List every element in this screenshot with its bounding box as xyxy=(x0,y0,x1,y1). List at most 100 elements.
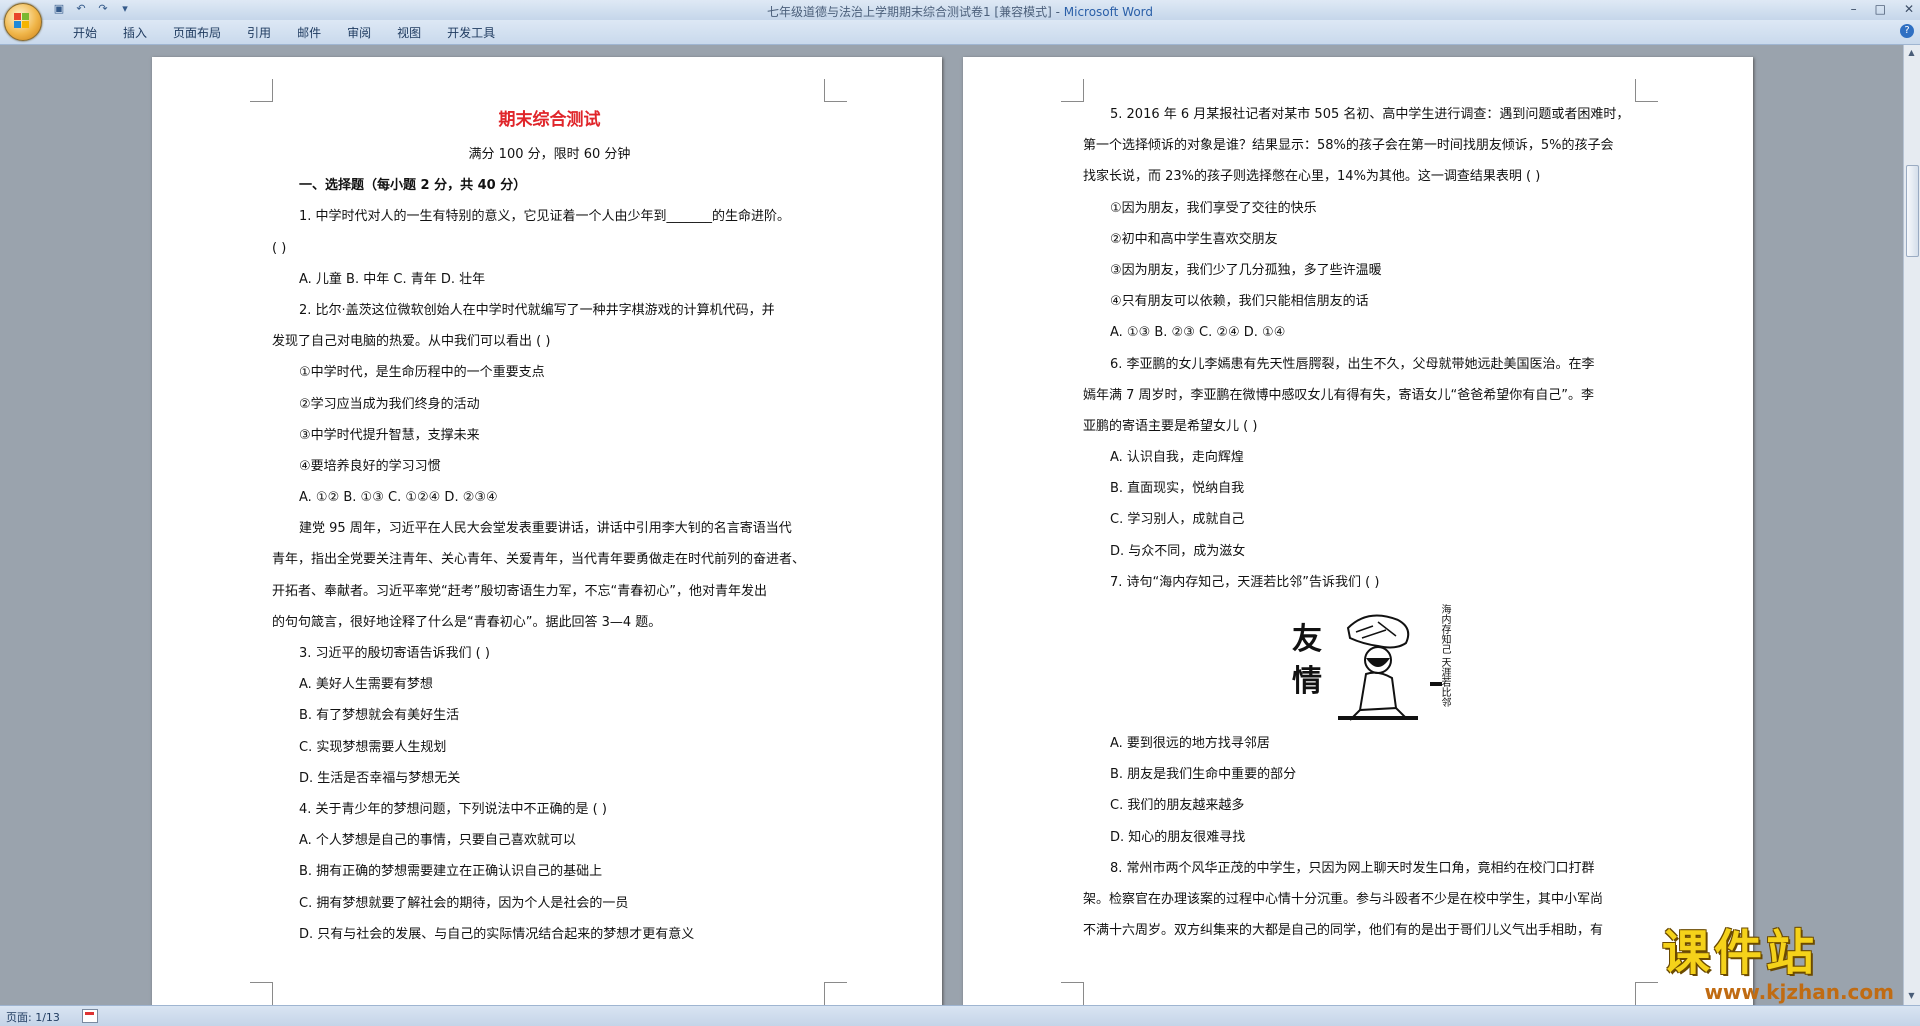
doc-line: C. 我们的朋友越来越多 xyxy=(1110,798,1245,814)
page-1-content[interactable]: 期末综合测试 满分 100 分，限时 60 分钟 一、选择题（每小题 2 分，共… xyxy=(272,101,827,950)
doc-title: 期末综合测试 xyxy=(498,110,601,130)
doc-line: ( ) xyxy=(272,240,287,256)
doc-line: 找家长说，而 23%的孩子则选择憋在心里，14%为其他。这一调查结果表明 ( ) xyxy=(1083,169,1541,185)
doc-line: C. 学习别人，成就自己 xyxy=(1110,512,1245,528)
doc-line: 亚鹏的寄语主要是希望女儿 ( ) xyxy=(1083,418,1258,434)
doc-line: 3. 习近平的殷切寄语告诉我们 ( ) xyxy=(299,646,490,661)
doc-line: A. ①③ B. ②③ C. ②④ D. ①④ xyxy=(1110,325,1286,341)
scroll-up-icon[interactable]: ▲ xyxy=(1906,47,1917,58)
tab-page-layout[interactable]: 页面布局 xyxy=(160,25,234,41)
doc-line: ②初中和高中学生喜欢交朋友 xyxy=(1110,231,1278,247)
tab-references[interactable]: 引用 xyxy=(234,25,284,41)
doc-line: D. 生活是否幸福与梦想无关 xyxy=(299,770,461,786)
doc-line: B. 直面现实，悦纳自我 xyxy=(1110,481,1245,497)
tab-insert[interactable]: 插入 xyxy=(110,25,160,41)
doc-line: 1. 中学时代对人的一生有特别的意义，它见证着一个人由少年到_______的生命… xyxy=(299,209,791,225)
page-2-content[interactable]: 5. 2016 年 6 月某报社记者对某市 505 名初、高中学生进行调查：遇到… xyxy=(1083,99,1638,946)
page-indicator[interactable]: 页面: 1/13 xyxy=(6,1009,60,1025)
window-title: 七年级道德与法治上学期期末综合测试卷1 [兼容模式] - Microsoft W… xyxy=(0,3,1920,20)
doc-line: 2. 比尔·盖茨这位微软创始人在中学时代就编写了一种井字棋游戏的计算机代码，并 xyxy=(299,302,775,318)
spelling-check-icon[interactable] xyxy=(82,1009,98,1023)
scroll-thumb[interactable] xyxy=(1906,165,1919,257)
margin-corner-mark xyxy=(1061,79,1084,102)
doc-line: 嫣年满 7 周岁时，李亚鹏在微博中感叹女儿有得有失，寄语女儿“爸爸希望你有自己”… xyxy=(1083,387,1595,403)
window-controls: – □ ✕ xyxy=(1851,2,1914,16)
office-button[interactable] xyxy=(4,3,42,41)
margin-corner-mark xyxy=(824,982,847,1005)
doc-line: 6. 李亚鹏的女儿李嫣患有先天性唇腭裂，出生不久，父母就带她远赴美国医治。在李 xyxy=(1110,356,1595,372)
doc-line: 的句句箴言，很好地诠释了什么是“青春初心”。据此回答 3—4 题。 xyxy=(272,614,662,630)
figure-poem: 海内存知己 天涯若比邻 xyxy=(1439,604,1450,708)
doc-line: B. 拥有正确的梦想需要建立在正确认识自己的基础上 xyxy=(299,864,603,880)
margin-corner-mark xyxy=(250,79,273,102)
doc-line: 建党 95 周年，习近平在人民大会堂发表重要讲话，讲话中引用李大钊的名言寄语当代 xyxy=(299,521,792,537)
scroll-down-icon[interactable]: ▼ xyxy=(1906,990,1917,1001)
doc-line: 4. 关于青少年的梦想问题，下列说法中不正确的是 ( ) xyxy=(299,801,607,817)
doc-line: 7. 诗句“海内存知己，天涯若比邻”告诉我们 ( ) xyxy=(1110,574,1380,590)
tab-review[interactable]: 审阅 xyxy=(334,25,384,41)
ribbon-tabs: 开始 插入 页面布局 引用 邮件 审阅 视图 开发工具 xyxy=(60,25,508,41)
figure-char-qing: 情 xyxy=(1292,664,1322,699)
doc-line: ④要培养良好的学习习惯 xyxy=(299,458,441,474)
title-bar: ▣ ↶ ↷ ▾ 七年级道德与法治上学期期末综合测试卷1 [兼容模式] - Mic… xyxy=(0,0,1920,21)
document-title: 七年级道德与法治上学期期末综合测试卷1 [兼容模式] - xyxy=(766,5,1064,19)
margin-corner-mark xyxy=(824,79,847,102)
close-icon[interactable]: ✕ xyxy=(1904,2,1914,16)
maximize-icon[interactable]: □ xyxy=(1875,2,1886,16)
margin-corner-mark xyxy=(250,982,273,1005)
doc-line: 不满十六周岁。双方纠集来的大都是自己的同学，他们有的是出于哥们儿义气出手相助，有 xyxy=(1083,923,1604,939)
doc-line: 8. 常州市两个风华正茂的中学生，只因为网上聊天时发生口角，竟相约在校门口打群 xyxy=(1110,860,1595,876)
doc-line: A. 认识自我，走向辉煌 xyxy=(1110,450,1244,466)
doc-line: A. 儿童 B. 中年 C. 青年 D. 壮年 xyxy=(299,271,486,287)
page-2-lines-b: A. 要到很远的地方找寻邻居 B. 朋友是我们生命中重要的部分 C. 我们的朋友越来… xyxy=(1083,728,1638,946)
doc-line: ③中学时代提升智慧，支撑未来 xyxy=(299,427,480,443)
page-1-lines: 1. 中学时代对人的一生有特别的意义，它见证着一个人由少年到_______的生命… xyxy=(272,201,827,950)
tab-mailings[interactable]: 邮件 xyxy=(284,25,334,41)
doc-line: ①因为朋友，我们享受了交往的快乐 xyxy=(1110,200,1317,216)
doc-line: 青年，指出全党要关注青年、关心青年、关爱青年，当代青年要勇做走在时代前列的奋进者… xyxy=(272,552,806,568)
doc-line: C. 实现梦想需要人生规划 xyxy=(299,739,447,755)
doc-line: B. 朋友是我们生命中重要的部分 xyxy=(1110,767,1297,783)
app-name: Microsoft Word xyxy=(1063,5,1154,19)
kjzhan-watermark-logo: 课件站 www.kjzhan.com xyxy=(1662,925,1902,1007)
doc-line: ④只有朋友可以依赖，我们只能相信朋友的话 xyxy=(1110,294,1369,310)
doc-line: ③因为朋友，我们少了几分孤独，多了些许温暖 xyxy=(1110,262,1382,278)
doc-line: B. 有了梦想就会有美好生活 xyxy=(299,708,460,724)
page-2[interactable]: 5. 2016 年 6 月某报社记者对某市 505 名初、高中学生进行调查：遇到… xyxy=(963,57,1753,1005)
friendship-illustration: 友 情 海内存知己 天涯若比邻 xyxy=(1278,598,1483,728)
help-icon[interactable]: ? xyxy=(1900,24,1914,38)
doc-line: A. ①② B. ①③ C. ①②④ D. ②③④ xyxy=(299,490,498,506)
page-1[interactable]: 期末综合测试 满分 100 分，限时 60 分钟 一、选择题（每小题 2 分，共… xyxy=(152,57,942,1005)
minimize-icon[interactable]: – xyxy=(1851,2,1857,16)
doc-line: 第一个选择倾诉的对象是谁？结果显示：58%的孩子会在第一时间找朋友倾诉，5%的孩… xyxy=(1083,138,1614,154)
tab-view[interactable]: 视图 xyxy=(384,25,434,41)
figure-char-you: 友 xyxy=(1292,622,1322,657)
doc-line: D. 与众不同，成为滋女 xyxy=(1110,543,1246,559)
section-heading: 一、选择题（每小题 2 分，共 40 分） xyxy=(299,178,527,194)
doc-subtitle: 满分 100 分，限时 60 分钟 xyxy=(468,147,631,162)
doc-line: 发现了自己对电脑的热爱。从中我们可以看出 ( ) xyxy=(272,334,551,350)
office-logo-icon xyxy=(14,13,30,29)
vertical-scrollbar[interactable]: ▲ ▼ xyxy=(1903,45,1920,1005)
doc-line: ②学习应当成为我们终身的活动 xyxy=(299,396,480,412)
doc-line: D. 只有与社会的发展、与自己的实际情况结合起来的梦想才更有意义 xyxy=(299,926,695,942)
doc-line: A. 美好人生需要有梦想 xyxy=(299,677,433,693)
doc-line: 架。检察官在办理该案的过程中心情十分沉重。参与斗殴者不少是在校中学生，其中小军尚 xyxy=(1083,891,1604,907)
status-bar: 页面: 1/13 xyxy=(0,1005,1920,1026)
doc-line: A. 个人梦想是自己的事情，只要自己喜欢就可以 xyxy=(299,833,576,849)
doc-line: A. 要到很远的地方找寻邻居 xyxy=(1110,736,1270,751)
ribbon-tabs-bar: 开始 插入 页面布局 引用 邮件 审阅 视图 开发工具 ? xyxy=(0,20,1920,45)
page-2-lines-a: 5. 2016 年 6 月某报社记者对某市 505 名初、高中学生进行调查：遇到… xyxy=(1083,99,1638,598)
margin-corner-mark xyxy=(1635,982,1658,1005)
tab-home[interactable]: 开始 xyxy=(60,25,110,41)
watermark-title: 课件站 xyxy=(1662,925,1819,981)
doc-line: D. 知心的朋友很难寻找 xyxy=(1110,829,1246,845)
watermark-url: www.kjzhan.com xyxy=(1704,980,1894,1004)
word-window: ▣ ↶ ↷ ▾ 七年级道德与法治上学期期末综合测试卷1 [兼容模式] - Mic… xyxy=(0,0,1920,1026)
margin-corner-mark xyxy=(1061,982,1084,1005)
doc-line: 开拓者、奉献者。习近平率党“赶考”殷切寄语生力军，不忘“青春初心”，他对青年发出 xyxy=(272,583,767,599)
doc-line: ①中学时代，是生命历程中的一个重要支点 xyxy=(299,365,545,381)
margin-corner-mark xyxy=(1635,79,1658,102)
document-area[interactable]: 期末综合测试 满分 100 分，限时 60 分钟 一、选择题（每小题 2 分，共… xyxy=(0,45,1904,1005)
tab-developer[interactable]: 开发工具 xyxy=(434,25,508,41)
